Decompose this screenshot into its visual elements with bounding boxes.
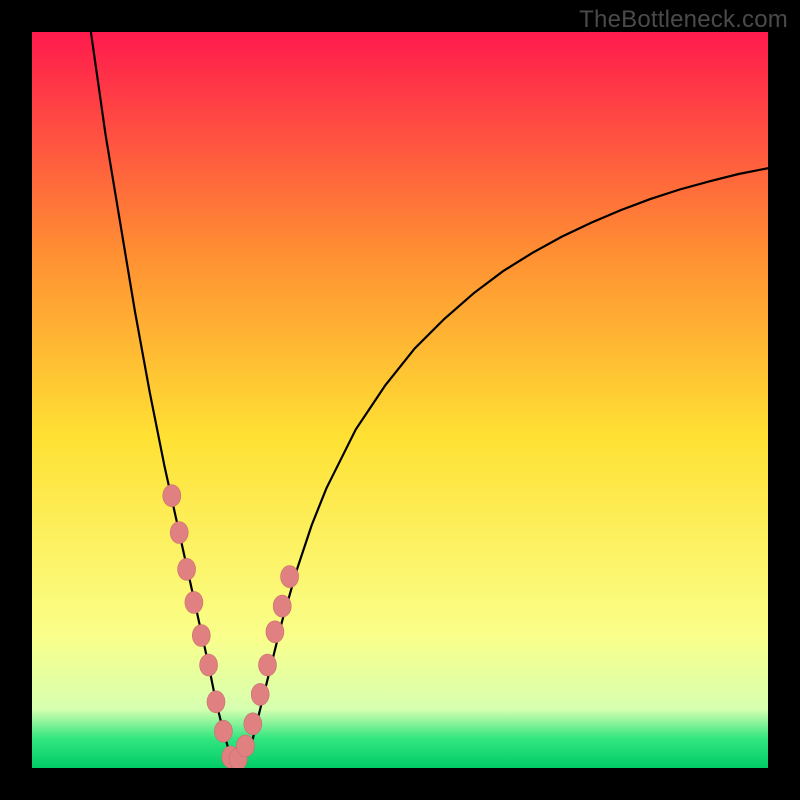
bottleneck-chart-svg <box>32 32 768 768</box>
data-marker <box>185 591 203 613</box>
data-marker <box>244 713 262 735</box>
data-marker <box>251 683 269 705</box>
data-marker <box>281 566 299 588</box>
gradient-background <box>32 32 768 768</box>
data-marker <box>207 691 225 713</box>
data-marker <box>259 654 277 676</box>
data-marker <box>214 720 232 742</box>
plot-area <box>32 32 768 768</box>
chart-frame: TheBottleneck.com <box>0 0 800 800</box>
data-marker <box>178 558 196 580</box>
data-marker <box>200 654 218 676</box>
data-marker <box>163 485 181 507</box>
data-marker <box>273 595 291 617</box>
data-marker <box>170 522 188 544</box>
data-marker <box>236 735 254 757</box>
watermark-label: TheBottleneck.com <box>579 6 788 34</box>
data-marker <box>192 625 210 647</box>
data-marker <box>266 621 284 643</box>
